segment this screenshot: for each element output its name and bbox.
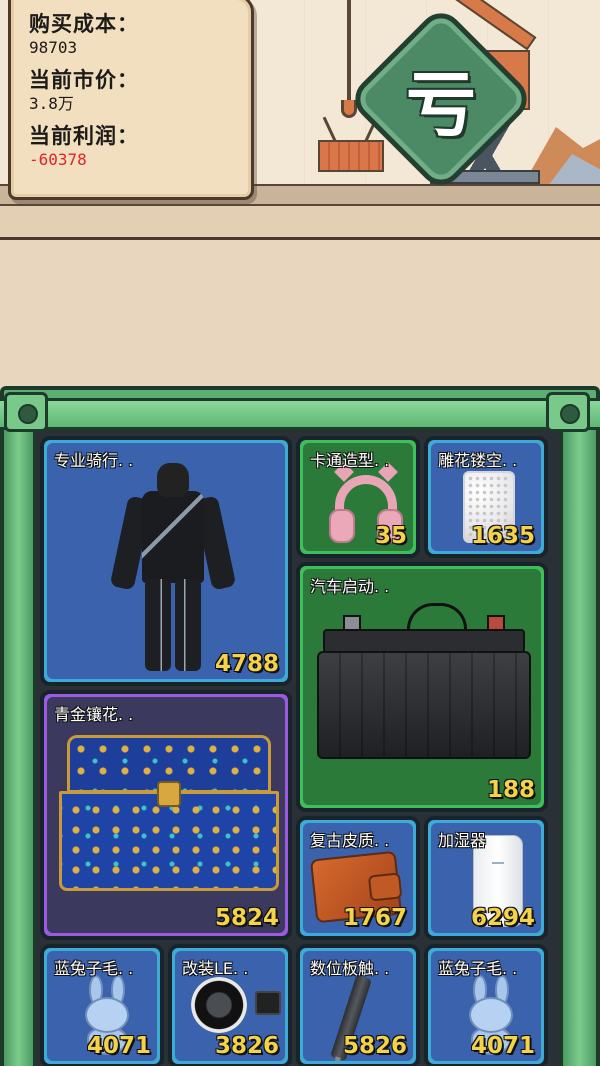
light-part [191, 977, 247, 1033]
inventory-item-leather-wallet[interactable]: 复古皮质. . 1767 [296, 816, 420, 940]
battery-part [323, 629, 525, 653]
item-name: 汽车启动. . [310, 577, 390, 596]
item-price: 4071 [470, 1033, 535, 1059]
item-name: 卡通造型. . [310, 451, 390, 470]
inventory-item-humidifier[interactable]: 加湿器 6294 [424, 816, 548, 940]
motorcycle-suit-icon [107, 463, 237, 673]
card-body: 蓝兔子毛. . 4071 [47, 951, 157, 1061]
bunny-part [469, 997, 513, 1033]
item-price: 6294 [470, 905, 535, 931]
item-name: 青金镶花. . [54, 705, 134, 724]
inventory-item-riding-suit[interactable]: 专业骑行. . 4788 [40, 436, 292, 686]
crane-rope [347, 0, 351, 110]
item-name: 数位板触. . [310, 959, 390, 978]
item-name: 蓝兔子毛. . [54, 959, 134, 978]
inventory-item-carved-lamp[interactable]: 雕花镂空. . 1635 [424, 436, 548, 558]
item-price: 1767 [342, 905, 407, 931]
item-price: 4071 [86, 1033, 151, 1059]
headphone-part [329, 509, 355, 543]
battery-part [407, 603, 467, 629]
inventory-item-cartoon-headphones[interactable]: 卡通造型. . 35 [296, 436, 420, 558]
item-price: 3826 [214, 1033, 279, 1059]
market-price-row: 当前市价： 3.8万 [29, 67, 233, 115]
suit-part [145, 579, 171, 671]
item-price: 5824 [214, 905, 279, 931]
car-battery-icon [317, 603, 531, 761]
profit-info-card: 购买成本： 98703 当前市价： 3.8万 当前利润： -60378 [8, 0, 254, 200]
panel-rail-right [560, 430, 596, 1066]
inventory-item-led-light[interactable]: 改装LE. . 3826 [168, 944, 292, 1066]
card-body: 卡通造型. . 35 [303, 443, 413, 551]
bolt-icon [4, 392, 48, 432]
loss-badge-text: 亏 [406, 63, 476, 146]
card-body: 加湿器 6294 [431, 823, 541, 933]
current-profit-label: 当前利润： [29, 124, 139, 148]
card-body: 蓝兔子毛. . 4071 [431, 951, 541, 1061]
card-body: 专业骑行. . 4788 [47, 443, 285, 679]
chest-lock-icon [157, 781, 181, 807]
purchase-cost-label: 购买成本： [29, 12, 139, 36]
battery-part [317, 651, 531, 759]
bolt-icon [546, 392, 590, 432]
market-price-label: 当前市价： [29, 68, 139, 92]
inventory-item-jewel-chest[interactable]: 青金镶花. . 5824 [40, 690, 292, 940]
item-name: 蓝兔子毛. . [438, 959, 518, 978]
item-price: 5826 [342, 1033, 407, 1059]
suit-part [157, 463, 189, 497]
item-name: 加湿器 [438, 831, 487, 850]
current-profit-value: -60378 [29, 150, 87, 169]
item-name: 专业骑行. . [54, 451, 134, 470]
card-body: 雕花镂空. . 1635 [431, 443, 541, 551]
inventory-item-car-battery[interactable]: 汽车启动. . 188 [296, 562, 548, 812]
item-price: 4788 [214, 651, 279, 677]
inventory-item-blue-bunny[interactable]: 蓝兔子毛. . 4071 [40, 944, 164, 1066]
card-body: 汽车启动. . 188 [303, 569, 541, 805]
card-body: 改装LE. . 3826 [175, 951, 285, 1061]
panel-top-bar [0, 398, 600, 430]
purchase-cost-row: 购买成本： 98703 [29, 11, 233, 59]
item-price: 35 [374, 523, 407, 549]
item-price: 1635 [470, 523, 535, 549]
suit-part [175, 579, 201, 671]
card-body: 数位板触. . 5826 [303, 951, 413, 1061]
suit-part [142, 491, 204, 583]
bunny-part [85, 997, 129, 1033]
card-body: 青金镶花. . 5824 [47, 697, 285, 933]
purchase-cost-value: 98703 [29, 38, 78, 57]
item-name: 改装LE. . [182, 959, 249, 978]
panel-rail-left [4, 430, 36, 1066]
market-price-value: 3.8万 [29, 94, 74, 113]
inventory-item-blue-bunny[interactable]: 蓝兔子毛. . 4071 [424, 944, 548, 1066]
item-price: 188 [486, 777, 535, 803]
inventory-item-stylus-pen[interactable]: 数位板触. . 5826 [296, 944, 420, 1066]
jewel-chest-icon [59, 735, 279, 893]
item-name: 雕花镂空. . [438, 451, 518, 470]
light-part [255, 991, 281, 1015]
current-profit-row: 当前利润： -60378 [29, 123, 233, 171]
card-body: 复古皮质. . 1767 [303, 823, 413, 933]
item-name: 复古皮质. . [310, 831, 390, 850]
warehouse-floor [0, 206, 600, 240]
